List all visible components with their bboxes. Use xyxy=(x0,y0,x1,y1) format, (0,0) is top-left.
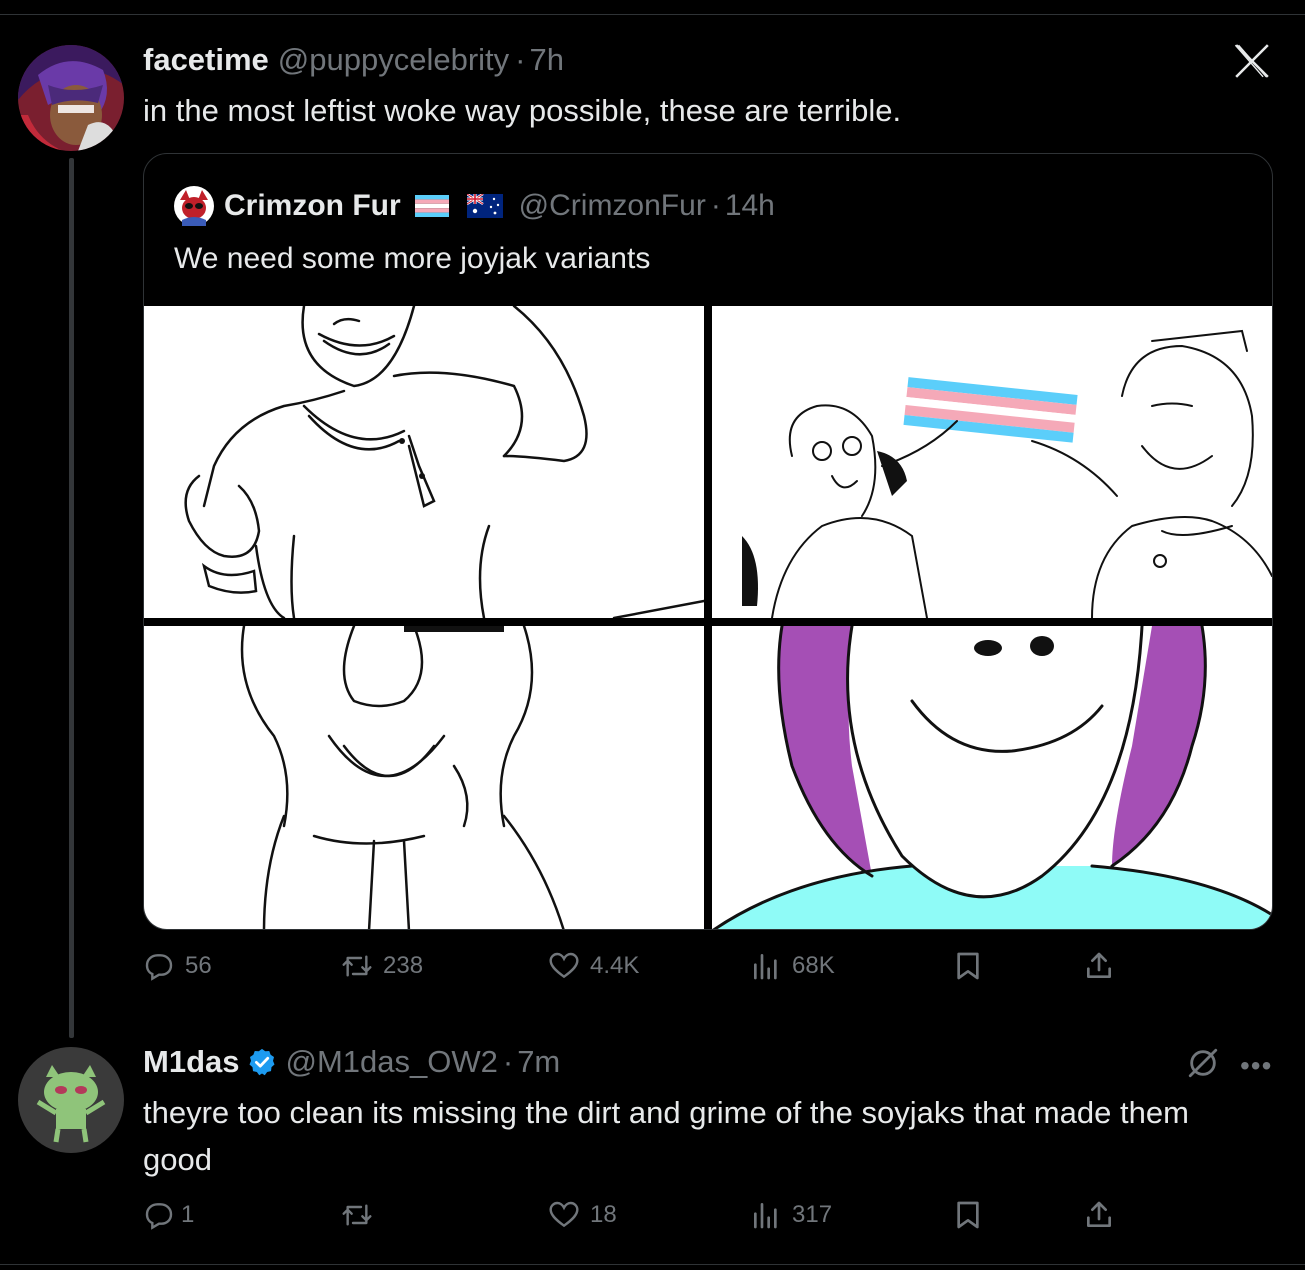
post-actions: 56 238 4.4K 68K xyxy=(143,950,1123,990)
bookmark-icon xyxy=(957,1201,979,1229)
reply-icon xyxy=(145,954,173,981)
dot-separator: · xyxy=(502,1044,514,1079)
frog-cat-avatar-icon xyxy=(18,1047,124,1153)
image-longhair-face[interactable] xyxy=(144,626,704,929)
views-count: 317 xyxy=(792,1201,833,1228)
australia-flag-icon xyxy=(466,194,503,218)
close-icon[interactable] xyxy=(1232,42,1272,80)
reply-time[interactable]: 7m xyxy=(517,1044,560,1080)
repost-count: 238 xyxy=(383,952,424,979)
views-button[interactable]: 68K xyxy=(750,950,835,982)
like-button[interactable]: 18 xyxy=(548,1199,617,1231)
reply-text: theyre too clean its missing the dirt an… xyxy=(143,1095,1189,1177)
reply-count: 1 xyxy=(181,1201,195,1228)
bookmark-icon xyxy=(957,952,979,980)
image-two-girls-flag[interactable] xyxy=(712,306,1272,618)
thread-line xyxy=(69,158,74,1038)
author-name[interactable]: facetime xyxy=(143,42,269,78)
reply-button[interactable]: 56 xyxy=(143,950,212,982)
bookmark-button[interactable] xyxy=(952,950,984,982)
quote-text: We need some more joyjak variants xyxy=(174,242,651,275)
image-man-fist[interactable] xyxy=(144,306,704,618)
views-count: 68K xyxy=(792,952,835,979)
post-time[interactable]: 7h xyxy=(530,42,564,78)
repost-button[interactable] xyxy=(341,1199,383,1231)
post-text: in the most leftist woke way possible, t… xyxy=(143,93,902,128)
views-icon xyxy=(754,1203,777,1229)
author-avatar[interactable] xyxy=(18,45,124,151)
views-icon xyxy=(754,954,777,980)
heart-icon xyxy=(549,1201,579,1228)
share-button[interactable] xyxy=(1083,950,1115,982)
heart-icon xyxy=(549,952,579,979)
quote-avatar[interactable] xyxy=(174,186,214,226)
quoted-tweet[interactable]: Crimzon Fur @CrimzonFur · 14h We need so… xyxy=(143,153,1273,930)
bookmark-button[interactable] xyxy=(952,1199,984,1231)
share-icon xyxy=(1087,952,1111,978)
like-count: 4.4K xyxy=(590,952,640,979)
like-count: 18 xyxy=(590,1201,617,1228)
reply-count: 56 xyxy=(185,952,212,979)
bottom-divider xyxy=(0,1264,1305,1265)
grok-icon[interactable] xyxy=(1186,1046,1220,1080)
more-options-icon[interactable]: ••• xyxy=(1240,1050,1272,1082)
quote-time[interactable]: 14h xyxy=(725,189,775,223)
quote-author-handle[interactable]: @CrimzonFur xyxy=(519,189,706,223)
reply-actions: 1 18 317 xyxy=(143,1199,1123,1239)
author-handle[interactable]: @puppycelebrity xyxy=(278,42,509,78)
transgender-flag-icon xyxy=(414,195,449,217)
reply-author-name[interactable]: M1das xyxy=(143,1044,239,1080)
anime-avatar-icon xyxy=(18,45,124,151)
dot-separator: · xyxy=(515,42,526,77)
dot-separator: · xyxy=(710,189,721,222)
reply-author-handle[interactable]: @M1das_OW2 xyxy=(285,1044,497,1080)
reply-header: M1das @M1das_OW2 · 7m xyxy=(143,1044,560,1080)
top-divider xyxy=(0,14,1305,15)
image-purple-hair-joyjak[interactable] xyxy=(712,626,1272,929)
post-header: facetime @puppycelebrity · 7h xyxy=(143,42,564,78)
quote-author-name[interactable]: Crimzon Fur xyxy=(224,189,401,223)
share-icon xyxy=(1087,1201,1111,1227)
repost-icon xyxy=(342,1204,372,1226)
reply-icon xyxy=(145,1203,173,1230)
reply-author-avatar[interactable] xyxy=(18,1047,124,1153)
like-button[interactable]: 4.4K xyxy=(548,950,639,982)
views-button[interactable]: 317 xyxy=(750,1199,832,1231)
repost-button[interactable]: 238 xyxy=(341,950,423,982)
reply-button[interactable]: 1 xyxy=(143,1199,194,1231)
quote-header: Crimzon Fur @CrimzonFur · 14h xyxy=(174,186,775,226)
share-button[interactable] xyxy=(1083,1199,1115,1231)
repost-icon xyxy=(342,955,372,977)
verified-badge-icon[interactable] xyxy=(247,1047,277,1077)
